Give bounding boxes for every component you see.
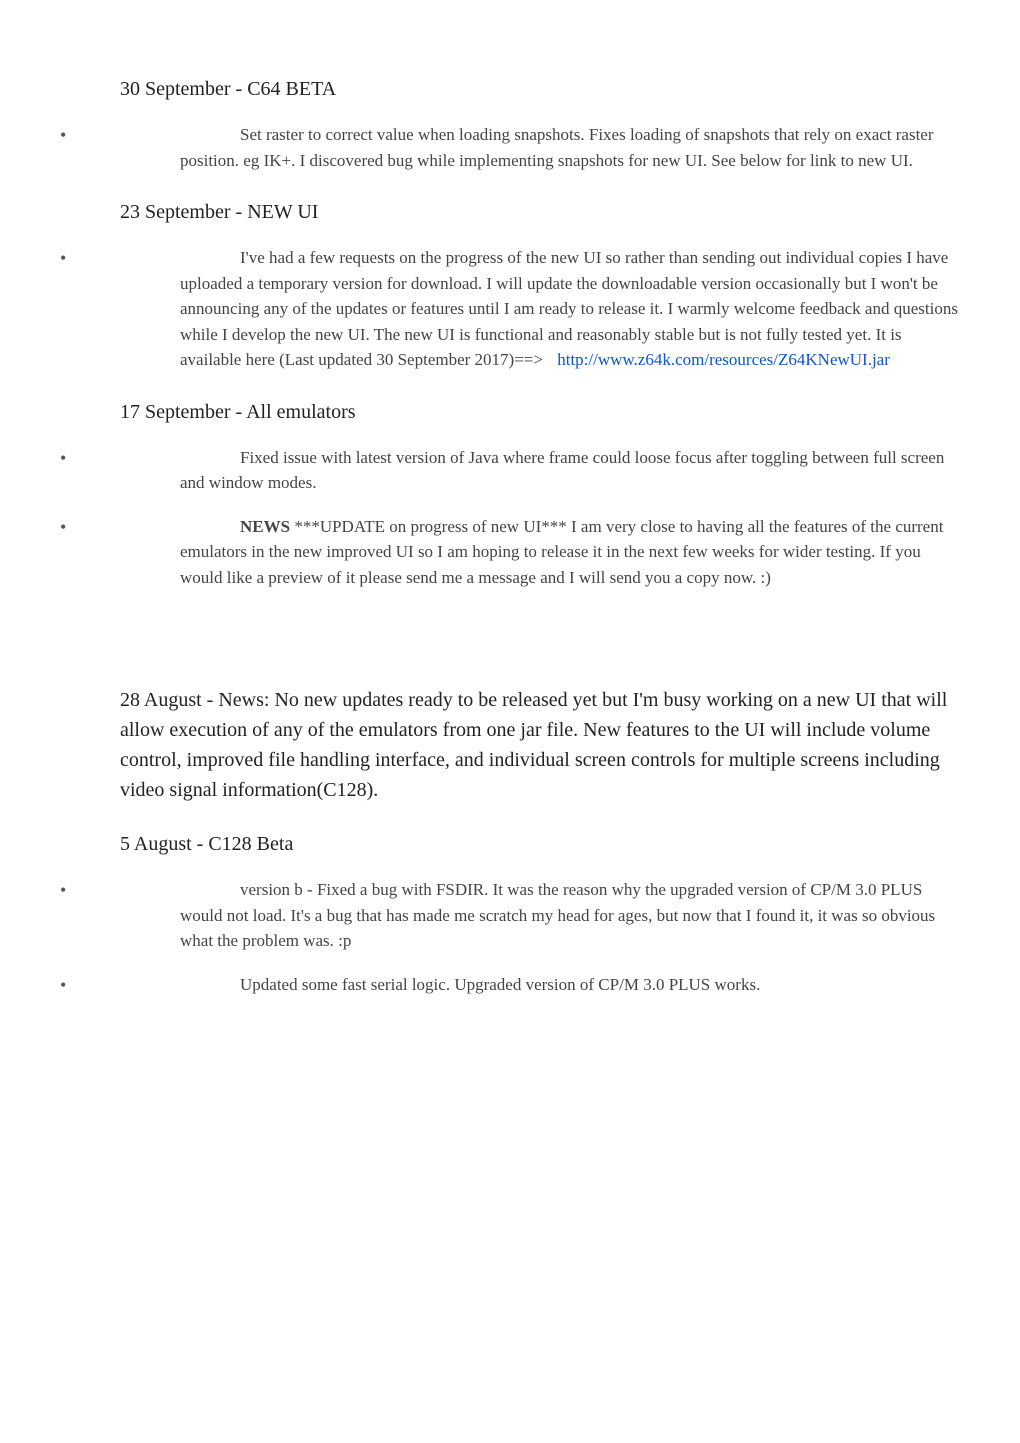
section-list: I've had a few requests on the progress …: [60, 245, 960, 373]
item-text: Fixed issue with latest version of Java …: [180, 448, 944, 493]
item-text: Set raster to correct value when loading…: [180, 125, 934, 170]
section-list: Fixed issue with latest version of Java …: [60, 445, 960, 591]
new-ui-link[interactable]: http://www.z64k.com/resources/Z64KNewUI.…: [557, 350, 890, 369]
section-list: version b - Fixed a bug with FSDIR. It w…: [60, 877, 960, 997]
list-item: Updated some fast serial logic. Upgraded…: [60, 972, 960, 998]
item-text: ***UPDATE on progress of new UI*** I am …: [180, 517, 943, 587]
list-item: Set raster to correct value when loading…: [60, 122, 960, 173]
news-prefix: NEWS: [240, 517, 290, 536]
list-item: version b - Fixed a bug with FSDIR. It w…: [60, 877, 960, 954]
section-list: Set raster to correct value when loading…: [60, 122, 960, 173]
list-item: NEWS ***UPDATE on progress of new UI*** …: [60, 514, 960, 591]
section-heading: 28 August - News: No new updates ready t…: [120, 685, 960, 805]
list-item: Fixed issue with latest version of Java …: [60, 445, 960, 496]
section-heading: 5 August - C128 Beta: [120, 829, 960, 859]
section-heading: 23 September - NEW UI: [120, 197, 960, 227]
item-text-wrap: NEWS ***UPDATE on progress of new UI*** …: [180, 517, 943, 587]
item-text: Updated some fast serial logic. Upgraded…: [240, 975, 760, 994]
list-item: I've had a few requests on the progress …: [60, 245, 960, 373]
section-heading: 17 September - All emulators: [120, 397, 960, 427]
section-heading: 30 September - C64 BETA: [120, 74, 960, 104]
item-text: version b - Fixed a bug with FSDIR. It w…: [180, 880, 935, 950]
